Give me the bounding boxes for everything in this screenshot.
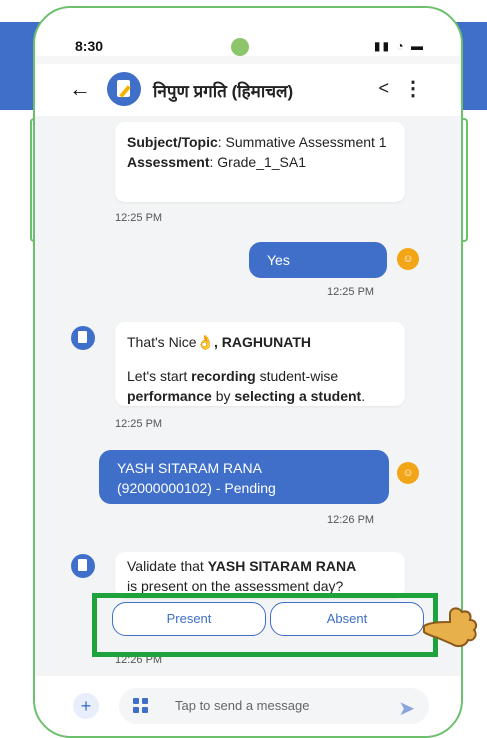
back-arrow-icon[interactable]: ← (69, 76, 91, 102)
app-logo-icon (107, 72, 141, 106)
instruction-text: by (211, 388, 235, 404)
grid-menu-icon[interactable] (133, 698, 149, 714)
bot-avatar-icon (71, 554, 95, 578)
subject-label: Subject/Topic (127, 134, 218, 150)
user-avatar-icon: ☺ (397, 248, 419, 270)
camera-dot (231, 38, 249, 56)
instruction-bold: performance (127, 388, 212, 404)
app-header: ← निपुण प्रगति (हिमाचल) < ⋮ (35, 64, 461, 116)
share-icon[interactable]: < (378, 78, 389, 99)
bot-message-assessment: Subject/Topic: Summative Assessment 1 As… (115, 122, 405, 202)
instruction-text: . (361, 388, 366, 404)
bot-message-greeting: That's Nice👌, RAGHUNATH Let's start reco… (115, 322, 405, 406)
pointing-hand-icon (423, 607, 478, 648)
bot-avatar-icon (71, 326, 95, 350)
greeting-text: That's Nice (127, 334, 197, 350)
chat-title: निपुण प्रगति (हिमाचल) (153, 82, 294, 101)
assessment-label: Assessment (127, 154, 210, 170)
user-message-yes: Yes (249, 242, 387, 278)
assessment-line: Assessment: Grade_1_SA1 (127, 152, 393, 172)
message-composer: + Tap to send a message ➤ (35, 676, 461, 736)
status-icons: ▮▮ ◔ ▬ (373, 39, 425, 53)
status-time: 8:30 (75, 38, 104, 54)
ok-hand-emoji: 👌 (196, 334, 215, 350)
instruction-bold: selecting a student (234, 388, 362, 404)
instruction-text: Let's start (127, 368, 192, 384)
instruction-text: student-wise (255, 368, 339, 384)
highlight-box (92, 593, 438, 657)
message-placeholder: Tap to send a message (175, 698, 310, 713)
bot-message-validate: Validate that YASH SITARAM RANA is prese… (115, 552, 405, 598)
message-input[interactable]: Tap to send a message ➤ (119, 688, 429, 724)
user-message-text: Yes (267, 252, 290, 268)
subject-value: : Summative Assessment 1 (217, 134, 387, 150)
instruction-line-1: Let's start recording student-wise (127, 366, 393, 386)
message-timestamp: 12:26 PM (327, 514, 375, 526)
student-status: (92000000102) - Pending (117, 480, 276, 496)
validate-line-1: Validate that YASH SITARAM RANA (127, 556, 393, 576)
assessment-value: : Grade_1_SA1 (209, 154, 307, 170)
add-attachment-button[interactable]: + (73, 693, 99, 719)
subject-line: Subject/Topic: Summative Assessment 1 (127, 132, 393, 152)
greeting-line: That's Nice👌, RAGHUNATH (127, 332, 393, 352)
instruction-bold: recording (191, 368, 256, 384)
status-bar: 8:30 ▮▮ ◔ ▬ (35, 8, 461, 56)
user-message-student: YASH SITARAM RANA (92000000102) - Pendin… (99, 450, 389, 504)
student-name: YASH SITARAM RANA (117, 460, 262, 476)
more-options-icon[interactable]: ⋮ (403, 76, 423, 101)
message-timestamp: 12:25 PM (115, 418, 163, 430)
validate-text: Validate that (127, 558, 208, 574)
validate-bold: YASH SITARAM RANA (207, 558, 357, 574)
chat-area[interactable]: Subject/Topic: Summative Assessment 1 As… (35, 116, 461, 676)
user-name: , RAGHUNATH (214, 334, 311, 350)
message-timestamp: 12:25 PM (115, 212, 163, 224)
send-icon[interactable]: ➤ (398, 696, 415, 721)
message-timestamp: 12:25 PM (327, 286, 375, 298)
instruction-line-2: performance by selecting a student. (127, 386, 393, 406)
user-avatar-icon: ☺ (397, 462, 419, 484)
